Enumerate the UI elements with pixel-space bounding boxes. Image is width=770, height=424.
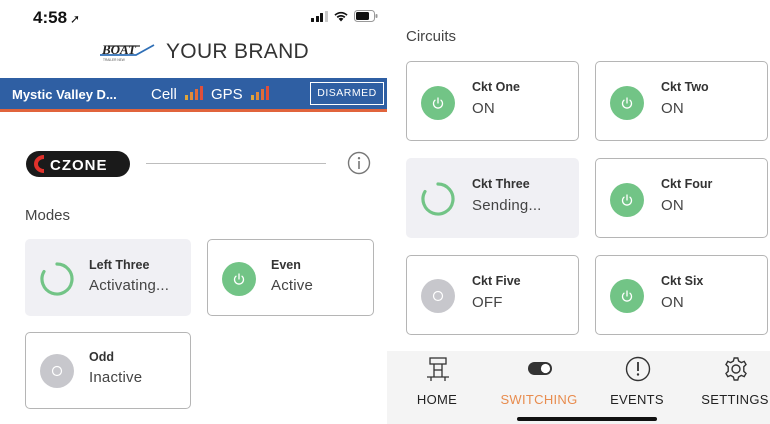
brand-name: YOUR BRAND — [166, 40, 310, 63]
svg-text:CZONE: CZONE — [50, 157, 108, 174]
bottom-tab-bar: HOME SWITCHING EVENTS SETTINGS — [387, 351, 770, 424]
gps-signal-icon — [250, 86, 269, 100]
info-icon[interactable] — [347, 151, 371, 175]
alert-circle-icon — [625, 356, 651, 382]
power-on-icon — [610, 86, 644, 120]
circuit-state: ON — [661, 294, 684, 311]
cellular-signal-icon — [311, 10, 328, 22]
circuit-card-ckt-four[interactable]: Ckt Four ON — [595, 158, 768, 238]
circuit-name: Ckt Two — [661, 80, 709, 94]
mode-card-left-three[interactable]: Left Three Activating... — [25, 239, 191, 316]
tab-home[interactable]: HOME — [397, 351, 477, 411]
circuit-card-ckt-two[interactable]: Ckt Two ON — [595, 61, 768, 141]
tab-switching[interactable]: SWITCHING — [499, 351, 579, 411]
circuit-state: OFF — [472, 294, 503, 311]
brand-header: BOAT TRAILER NEW YOUR BRAND — [96, 40, 309, 64]
circuit-state: ON — [661, 197, 684, 214]
circuit-state: Sending... — [472, 197, 542, 214]
gear-icon — [725, 357, 747, 381]
circuit-card-ckt-three[interactable]: Ckt Three Sending... — [406, 158, 579, 238]
mode-card-odd[interactable]: Odd Inactive — [25, 332, 191, 409]
tab-label: EVENTS — [610, 392, 664, 407]
circuit-name: Ckt Four — [661, 177, 713, 191]
circuits-title: Circuits — [406, 28, 457, 45]
location-arrow-icon: ➚ — [70, 12, 81, 26]
power-off-icon — [40, 354, 74, 388]
wifi-icon — [333, 10, 349, 22]
tab-events[interactable]: EVENTS — [597, 351, 677, 411]
power-off-icon — [421, 279, 455, 313]
mode-name: Odd — [89, 350, 114, 364]
mode-state: Inactive — [89, 369, 143, 386]
alarm-disarmed-button[interactable]: DISARMED — [310, 82, 384, 105]
home-indicator[interactable] — [517, 417, 657, 421]
svg-text:TRAILER NEW: TRAILER NEW — [103, 58, 125, 62]
mode-state: Active — [271, 277, 314, 294]
circuit-state: ON — [472, 100, 495, 117]
mode-name: Left Three — [89, 258, 150, 272]
svg-text:BOAT: BOAT — [101, 42, 137, 57]
power-on-icon — [222, 262, 256, 296]
power-on-icon — [421, 86, 455, 120]
tab-settings[interactable]: SETTINGS — [695, 351, 770, 411]
loading-spinner-icon — [421, 182, 455, 216]
circuit-card-ckt-five[interactable]: Ckt Five OFF — [406, 255, 579, 335]
mode-state: Activating... — [89, 277, 170, 294]
battery-icon — [353, 10, 378, 22]
vessel-status-bar: Mystic Valley D... Cell GPS DISARMED — [0, 78, 387, 112]
circuit-name: Ckt Five — [472, 274, 521, 288]
tab-label: SETTINGS — [701, 392, 769, 407]
boat-logo-icon: BOAT TRAILER NEW — [100, 42, 155, 62]
mode-name: Even — [271, 258, 301, 272]
toggle-switch-icon — [528, 362, 552, 375]
czone-logo: CZONE — [26, 151, 130, 177]
modes-title: Modes — [25, 207, 71, 224]
circuit-card-ckt-six[interactable]: Ckt Six ON — [595, 255, 768, 335]
divider-line — [146, 163, 326, 164]
cell-status: Cell — [151, 86, 204, 103]
tab-label: HOME — [416, 392, 458, 407]
circuit-name: Ckt Six — [661, 274, 704, 288]
mode-card-even[interactable]: Even Active — [207, 239, 374, 316]
power-on-icon — [610, 183, 644, 217]
loading-spinner-icon — [40, 262, 74, 296]
left-phone-screen: 4:58 ➚ BOAT TRAILER NEW YOUR BRAND Mystic… — [0, 0, 387, 424]
power-on-icon — [610, 279, 644, 313]
cell-signal-icon — [185, 86, 204, 100]
tab-label: SWITCHING — [500, 392, 578, 407]
status-indicators — [311, 10, 378, 22]
circuit-state: ON — [661, 100, 684, 117]
circuit-name: Ckt Three — [472, 177, 530, 191]
right-phone-screen: Circuits Ckt One ON Ckt Two ON Ckt Three… — [387, 0, 770, 424]
vessel-name[interactable]: Mystic Valley D... — [12, 87, 117, 102]
circuit-name: Ckt One — [472, 80, 520, 94]
circuit-card-ckt-one[interactable]: Ckt One ON — [406, 61, 579, 141]
status-time: 4:58 ➚ — [33, 8, 81, 27]
gps-status: GPS — [211, 86, 269, 103]
boat-helm-icon — [427, 357, 449, 381]
